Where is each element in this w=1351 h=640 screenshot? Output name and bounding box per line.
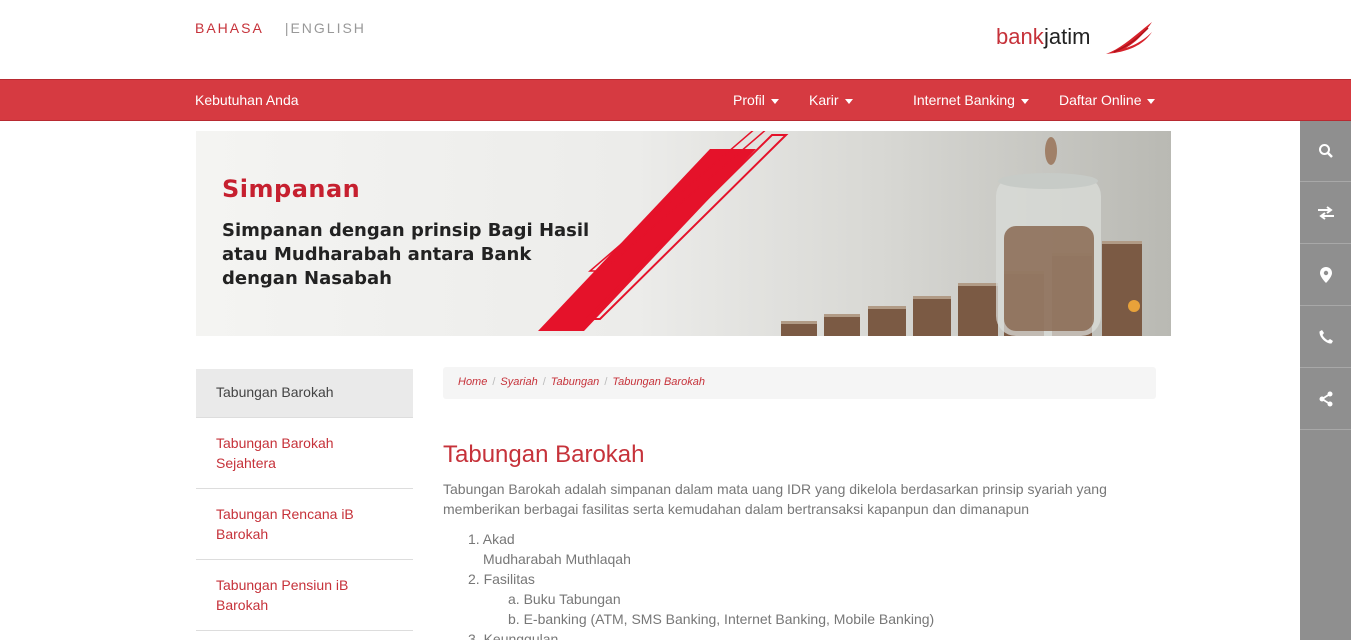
- lang-english-link[interactable]: ENGLISH: [290, 20, 365, 36]
- phone-icon: [1318, 330, 1333, 344]
- banner-title: Simpanan: [222, 175, 361, 203]
- sidebar-item-label: Tabungan Pensiun iB: [216, 577, 349, 593]
- nav-daftar-online-label: Daftar Online: [1059, 92, 1142, 108]
- logo-wing-icon: [1106, 22, 1152, 54]
- logo-text-jatim: jatim: [1044, 24, 1091, 49]
- list-item: 3. Keunggulan: [468, 631, 559, 640]
- sidebar-item-label: Tabungan Barokah: [216, 384, 334, 400]
- nav-daftar-online[interactable]: Daftar Online: [1059, 92, 1156, 108]
- caret-down-icon: [770, 98, 779, 104]
- breadcrumb-current: Tabungan Barokah: [612, 376, 705, 388]
- sidebar-item-label: Tabungan Rencana iB: [216, 506, 354, 522]
- sidebar-item-tabungan-rencana[interactable]: Tabungan Rencana iB Barokah: [196, 489, 413, 560]
- breadcrumb-separator: /: [604, 376, 608, 388]
- list-item: 1. Akad: [468, 531, 515, 547]
- list-item: 2. Fasilitas: [468, 571, 535, 587]
- nav-profil-label: Profil: [733, 92, 765, 108]
- logo-text-bank: bank: [996, 24, 1044, 49]
- sidebar-item-tabungan-barokah[interactable]: Tabungan Barokah: [196, 369, 413, 418]
- caret-down-icon: [844, 98, 853, 104]
- tool-exchange-button[interactable]: [1300, 183, 1351, 244]
- breadcrumb-syariah[interactable]: Syariah: [500, 376, 537, 388]
- top-bar: BAHASA |ENGLISH bank jatim: [0, 0, 1351, 79]
- nav-kebutuhan-anda[interactable]: Kebutuhan Anda: [195, 92, 299, 108]
- bankjatim-logo[interactable]: bank jatim: [996, 18, 1156, 60]
- hero-banner: Simpanan Simpanan dengan prinsip Bagi Ha…: [196, 131, 1171, 336]
- banner-desc-line: dengan Nasabah: [222, 268, 392, 289]
- nav-karir-label: Karir: [809, 92, 839, 108]
- intro-text: Tabungan Barokah adalah simpanan dalam m…: [443, 481, 1107, 517]
- sidebar-item-tabungan-pensiun[interactable]: Tabungan Pensiun iB Barokah: [196, 560, 413, 631]
- caret-down-icon: [1020, 98, 1029, 104]
- nav-internet-banking[interactable]: Internet Banking: [913, 92, 1029, 108]
- tool-phone-button[interactable]: [1300, 307, 1351, 368]
- breadcrumb-home[interactable]: Home: [458, 376, 487, 388]
- sidebar-item-tabungan-barokah-sejahtera[interactable]: Tabungan Barokah Sejahtera: [196, 418, 413, 489]
- sidebar-menu: Tabungan Barokah Tabungan Barokah Sejaht…: [196, 369, 413, 631]
- list-subitem: b. E-banking (ATM, SMS Banking, Internet…: [508, 611, 935, 627]
- tool-share-button[interactable]: [1300, 369, 1351, 430]
- banner-desc-line: Simpanan dengan prinsip Bagi Hasil: [222, 220, 590, 241]
- banner-description: Simpanan dengan prinsip Bagi Hasil atau …: [222, 219, 602, 291]
- banner-desc-line: atau Mudharabah antara Bank: [222, 244, 532, 265]
- exchange-icon: [1317, 206, 1334, 220]
- product-details-list: 1. Akad Mudharabah Muthlaqah 2. Fasilita…: [443, 529, 1156, 640]
- list-subitem: a. Buku Tabungan: [508, 591, 621, 607]
- nav-profil[interactable]: Profil: [733, 92, 779, 108]
- list-item-detail: Mudharabah Muthlaqah: [483, 551, 631, 567]
- nav-internet-banking-label: Internet Banking: [913, 92, 1015, 108]
- sidebar-item-label: Sejahtera: [216, 455, 276, 471]
- breadcrumb-separator: /: [492, 376, 496, 388]
- sidebar-item-label: Barokah: [216, 597, 269, 613]
- main-content: Tabungan Barokah Tabungan Barokah adalah…: [443, 441, 1156, 640]
- tool-location-button[interactable]: [1300, 245, 1351, 306]
- floating-tools: [1300, 121, 1351, 640]
- breadcrumb: Home / Syariah / Tabungan / Tabungan Barokah: [443, 367, 1156, 399]
- share-icon: [1319, 391, 1332, 407]
- lang-bahasa-link[interactable]: BAHASA: [195, 20, 263, 36]
- language-switcher: BAHASA |ENGLISH: [195, 20, 366, 36]
- page-title: Tabungan Barokah: [443, 441, 645, 468]
- breadcrumb-tabungan[interactable]: Tabungan: [551, 376, 600, 388]
- caret-down-icon: [1147, 98, 1156, 104]
- main-nav: Kebutuhan Anda Profil Karir Internet Ban…: [0, 79, 1351, 121]
- sidebar-item-label: Barokah: [216, 526, 269, 542]
- search-icon: [1318, 144, 1333, 158]
- sidebar-item-label: Tabungan Barokah: [216, 435, 334, 451]
- nav-karir[interactable]: Karir: [809, 92, 853, 108]
- breadcrumb-separator: /: [542, 376, 546, 388]
- location-pin-icon: [1319, 267, 1332, 283]
- tool-search-button[interactable]: [1300, 121, 1351, 182]
